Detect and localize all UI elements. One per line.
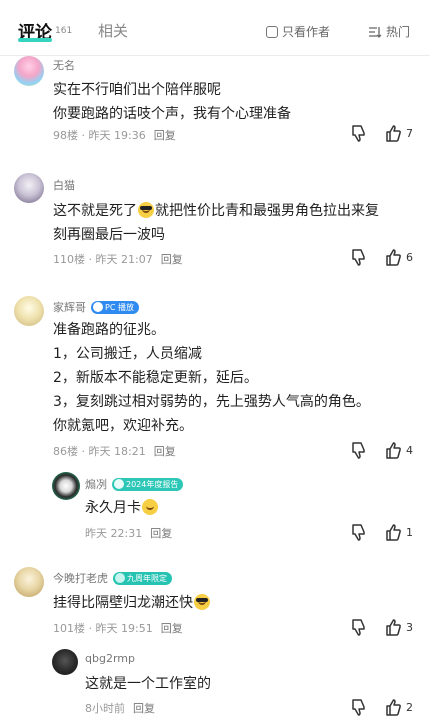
comment-item: 今晚打老虎 九周年限定 挂得比隔壁归龙潮还快 101楼 · 昨天 19:51 回复… — [0, 567, 430, 721]
comment-meta: 8小时前 回复 — [85, 702, 155, 715]
avatar[interactable] — [14, 56, 44, 86]
comment-text: 挂得比隔壁归龙潮还快 — [53, 591, 211, 615]
sort-label: 热门 — [386, 25, 411, 39]
like-count: 2 — [406, 700, 413, 714]
smile-emoji-icon — [142, 499, 158, 515]
comment-text: 这就是一个工作室的 — [85, 676, 211, 692]
reply-button[interactable]: 回复 — [154, 129, 176, 142]
sort-icon — [369, 26, 382, 38]
comment-header: 评论 161 相关 只看作者 热门 — [0, 0, 430, 56]
sunglasses-emoji-icon — [194, 594, 210, 610]
comment-item: 家辉哥 PC 播放 准备跑路的征兆。 1，公司搬迁，人员缩减 2，新版本不能稳定… — [0, 296, 430, 546]
comment-text: 永久月卡 — [85, 496, 159, 520]
comment-meta: 110楼 · 昨天 21:07 回复 — [53, 253, 183, 266]
dislike-icon — [352, 442, 365, 459]
like-button[interactable]: 7 — [384, 124, 413, 142]
reply-button[interactable]: 回复 — [150, 527, 172, 540]
avatar[interactable] — [14, 173, 44, 203]
like-button[interactable]: 1 — [384, 523, 413, 541]
like-count: 4 — [406, 443, 413, 457]
reply-button[interactable]: 回复 — [133, 702, 155, 715]
comment-item: 无名 实在不行咱们出个陪伴服呢 你要跑路的话吱个声，我有个心理准备 98楼 · … — [0, 56, 430, 166]
like-icon — [386, 249, 401, 266]
comment-count: 161 — [55, 26, 73, 36]
reply-button[interactable]: 回复 — [154, 445, 176, 458]
dislike-button[interactable] — [350, 441, 368, 459]
like-icon — [386, 524, 401, 541]
dislike-icon — [352, 699, 365, 716]
like-button[interactable]: 6 — [384, 248, 413, 266]
dislike-icon — [352, 619, 365, 636]
dislike-icon — [352, 125, 365, 142]
smile-emoji-icon — [138, 202, 154, 218]
tab-related[interactable]: 相关 — [98, 20, 128, 41]
comment-text: 实在不行咱们出个陪伴服呢 你要跑路的话吱个声，我有个心理准备 — [53, 82, 291, 122]
comment-text: 准备跑路的征兆。 1，公司搬迁，人员缩减 2，新版本不能稳定更新，延后。 3，复… — [53, 322, 370, 434]
dislike-button[interactable] — [350, 618, 368, 636]
avatar[interactable] — [14, 296, 44, 326]
username[interactable]: qbg2rmp — [85, 652, 135, 665]
comment-meta: 98楼 · 昨天 19:36 回复 — [53, 129, 176, 142]
comment-meta: 86楼 · 昨天 18:21 回复 — [53, 445, 176, 458]
reply-button[interactable]: 回复 — [161, 622, 183, 635]
username[interactable]: 煽冽 2024年度报告 — [85, 476, 184, 492]
checkbox-icon[interactable] — [266, 25, 278, 38]
like-button[interactable]: 2 — [384, 698, 413, 716]
dislike-button[interactable] — [350, 698, 368, 716]
like-count: 6 — [406, 250, 413, 264]
only-author-toggle[interactable]: 只看作者 — [266, 23, 330, 40]
username[interactable]: 家辉哥 PC 播放 — [53, 299, 139, 315]
comment-item: 白猫 这不就是死了 就把性价比青和最强男角色拉出来复 刻再圈最后一波吗 110楼 … — [0, 173, 430, 283]
avatar[interactable] — [52, 649, 78, 675]
dislike-icon — [352, 249, 365, 266]
year-report-badge: 2024年度报告 — [112, 477, 184, 491]
comment-meta: 昨天 22:31 回复 — [85, 527, 173, 540]
like-icon — [386, 699, 401, 716]
like-icon — [386, 442, 401, 459]
dislike-button[interactable] — [350, 248, 368, 266]
active-tab-indicator — [18, 38, 52, 42]
anniversary-badge: 九周年限定 — [113, 571, 172, 585]
pc-badge: PC 播放 — [91, 300, 139, 314]
username[interactable]: 无名 — [53, 57, 75, 73]
like-button[interactable]: 4 — [384, 441, 413, 459]
like-button[interactable]: 3 — [384, 618, 413, 636]
like-icon — [386, 619, 401, 636]
like-count: 7 — [406, 126, 413, 140]
comment-text: 这不就是死了 就把性价比青和最强男角色拉出来复 刻再圈最后一波吗 — [53, 202, 379, 243]
only-author-label: 只看作者 — [282, 25, 331, 39]
username[interactable]: 今晚打老虎 九周年限定 — [53, 570, 172, 586]
like-count: 3 — [406, 620, 413, 634]
avatar[interactable] — [52, 472, 80, 500]
dislike-button[interactable] — [350, 124, 368, 142]
reply-button[interactable]: 回复 — [161, 253, 183, 266]
like-icon — [386, 125, 401, 142]
username[interactable]: 白猫 — [53, 177, 75, 193]
avatar[interactable] — [14, 567, 44, 597]
sort-button[interactable]: 热门 — [368, 23, 410, 40]
dislike-button[interactable] — [350, 523, 368, 541]
like-count: 1 — [406, 525, 413, 539]
comment-meta: 101楼 · 昨天 19:51 回复 — [53, 622, 183, 635]
dislike-icon — [352, 524, 365, 541]
